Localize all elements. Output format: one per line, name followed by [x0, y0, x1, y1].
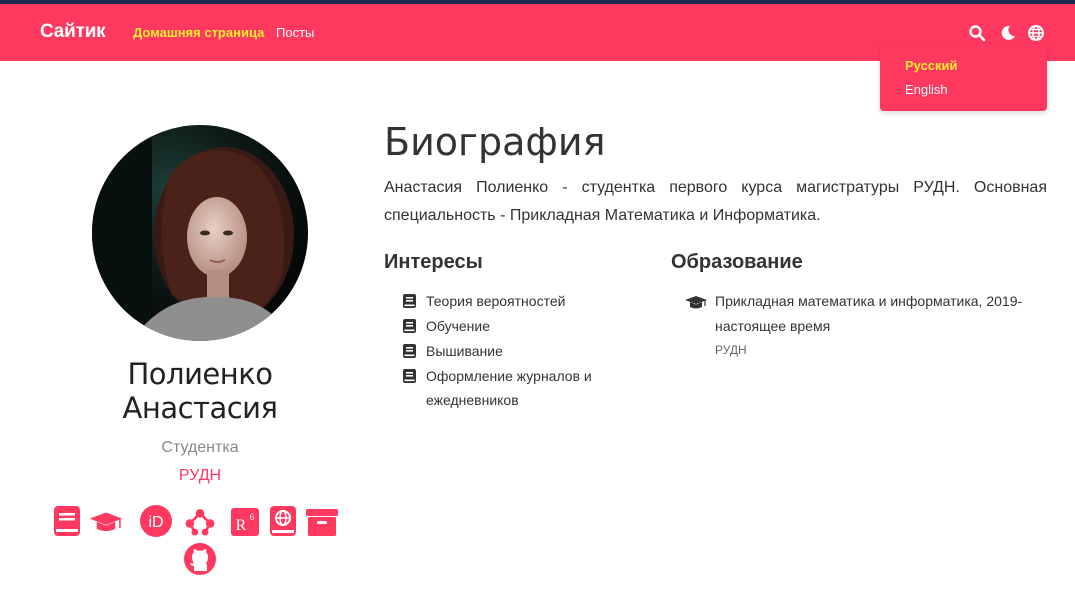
graduation-cap-icon	[685, 296, 707, 309]
interest-label: Теория вероятностей	[426, 293, 566, 309]
language-option-russian[interactable]: Русский	[905, 58, 958, 73]
svg-text:iD: iD	[148, 514, 163, 531]
interest-item: Вышивание	[403, 339, 633, 363]
svg-text:R: R	[236, 517, 247, 534]
profile-name: Полиенко Анастасия	[122, 357, 278, 425]
graduation-cap-icon[interactable]	[89, 504, 123, 538]
moon-icon[interactable]	[999, 24, 1017, 42]
mendeley-icon[interactable]	[183, 504, 217, 538]
book-icon	[403, 319, 416, 333]
globe-book-icon[interactable]	[267, 504, 301, 538]
researchgate-icon[interactable]: R 6	[229, 504, 263, 538]
search-icon[interactable]	[968, 24, 986, 42]
biography-title: Биография	[384, 120, 606, 164]
education-institution: РУДН	[715, 343, 747, 357]
interest-label: Обучение	[426, 318, 491, 334]
svg-text:6: 6	[250, 512, 255, 522]
profile-role: Студентка	[161, 439, 239, 456]
nav-link-home[interactable]: Домашняя страница	[133, 25, 264, 40]
github-icon[interactable]	[183, 542, 217, 576]
interest-label: Вышивание	[426, 343, 503, 359]
interest-item: Теория вероятностей	[403, 289, 633, 313]
education-course: Прикладная математика и информатика, 201…	[715, 293, 1023, 334]
globe-icon[interactable]	[1027, 24, 1045, 42]
book-icon	[403, 344, 416, 358]
archive-icon[interactable]	[305, 504, 339, 538]
nav-link-posts[interactable]: Посты	[276, 25, 314, 40]
language-option-english[interactable]: English	[905, 82, 948, 97]
interest-item: Обучение	[403, 314, 633, 338]
orcid-icon[interactable]: iD	[139, 504, 173, 538]
site-brand[interactable]: Сайтик	[40, 21, 106, 43]
interests-heading: Интересы	[384, 251, 483, 273]
education-heading: Образование	[671, 251, 803, 273]
interest-label: Оформление журналов и ежедневников	[426, 368, 592, 408]
book-icon[interactable]	[51, 504, 85, 538]
book-icon	[403, 369, 416, 383]
language-dropdown: Русский English	[880, 44, 1047, 111]
profile-organization[interactable]: РУДН	[80, 467, 320, 485]
interest-item: Оформление журналов и ежедневников	[403, 364, 633, 412]
biography-text: Анастасия Полиенко - студентка первого к…	[384, 179, 1047, 224]
book-icon	[403, 294, 416, 308]
education-item: Прикладная математика и информатика, 201…	[685, 289, 1045, 357]
avatar	[92, 125, 308, 341]
